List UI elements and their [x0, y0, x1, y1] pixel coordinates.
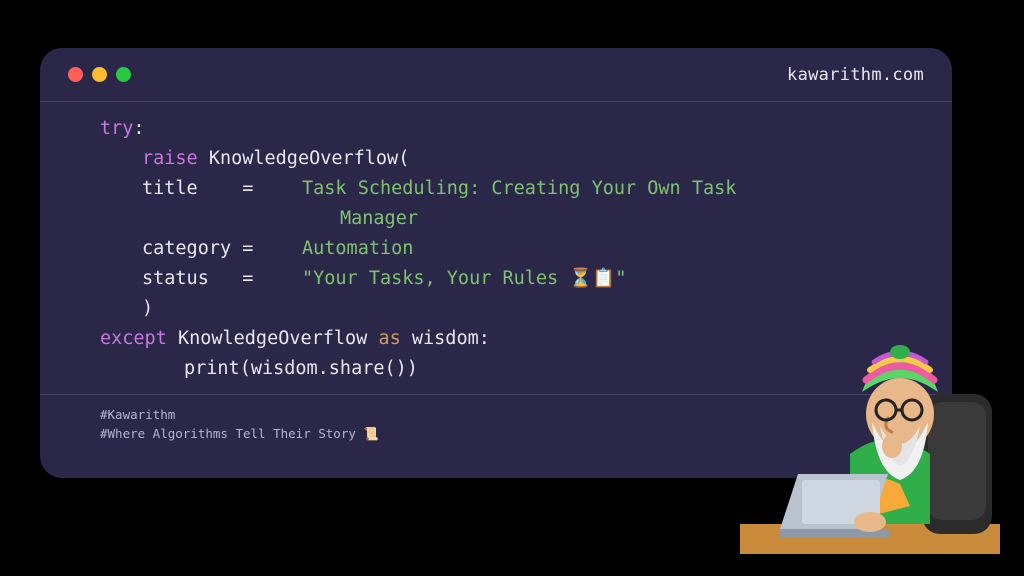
param-title: title =: [142, 174, 302, 204]
colon: :: [479, 328, 490, 349]
class-name: KnowledgeOverflow: [209, 148, 398, 169]
keyword-raise: raise: [142, 148, 198, 169]
maximize-icon[interactable]: [116, 67, 131, 82]
titlebar: kawarithm.com: [40, 48, 952, 102]
code-line: title = Task Scheduling: Creating Your O…: [100, 174, 924, 204]
category-value: Automation: [302, 234, 413, 264]
open-paren: (: [398, 148, 409, 169]
param-status: status =: [142, 264, 302, 294]
title-value: Task Scheduling: Creating Your Own Task: [302, 174, 736, 204]
close-icon[interactable]: [68, 67, 83, 82]
code-line: category = Automation: [100, 234, 924, 264]
title-value-cont: Manager: [340, 208, 418, 229]
param-category: category =: [142, 234, 302, 264]
minimize-icon[interactable]: [92, 67, 107, 82]
colon: :: [133, 118, 144, 139]
var-wisdom: wisdom: [412, 328, 479, 349]
keyword-try: try: [100, 118, 133, 139]
keyword-as: as: [378, 328, 400, 349]
code-line: raise KnowledgeOverflow(: [100, 144, 924, 174]
keyword-except: except: [100, 328, 167, 349]
window-controls: [68, 67, 131, 82]
close-paren: ): [142, 298, 153, 319]
code-line: Manager: [100, 204, 924, 234]
status-value: "Your Tasks, Your Rules ⏳📋": [302, 264, 627, 294]
code-line: status = "Your Tasks, Your Rules ⏳📋": [100, 264, 924, 294]
class-name: KnowledgeOverflow: [178, 328, 367, 349]
domain-label: kawarithm.com: [787, 65, 924, 85]
print-call: print(wisdom.share()): [184, 358, 418, 379]
code-line: try:: [100, 114, 924, 144]
scholar-illustration: [740, 314, 1000, 554]
